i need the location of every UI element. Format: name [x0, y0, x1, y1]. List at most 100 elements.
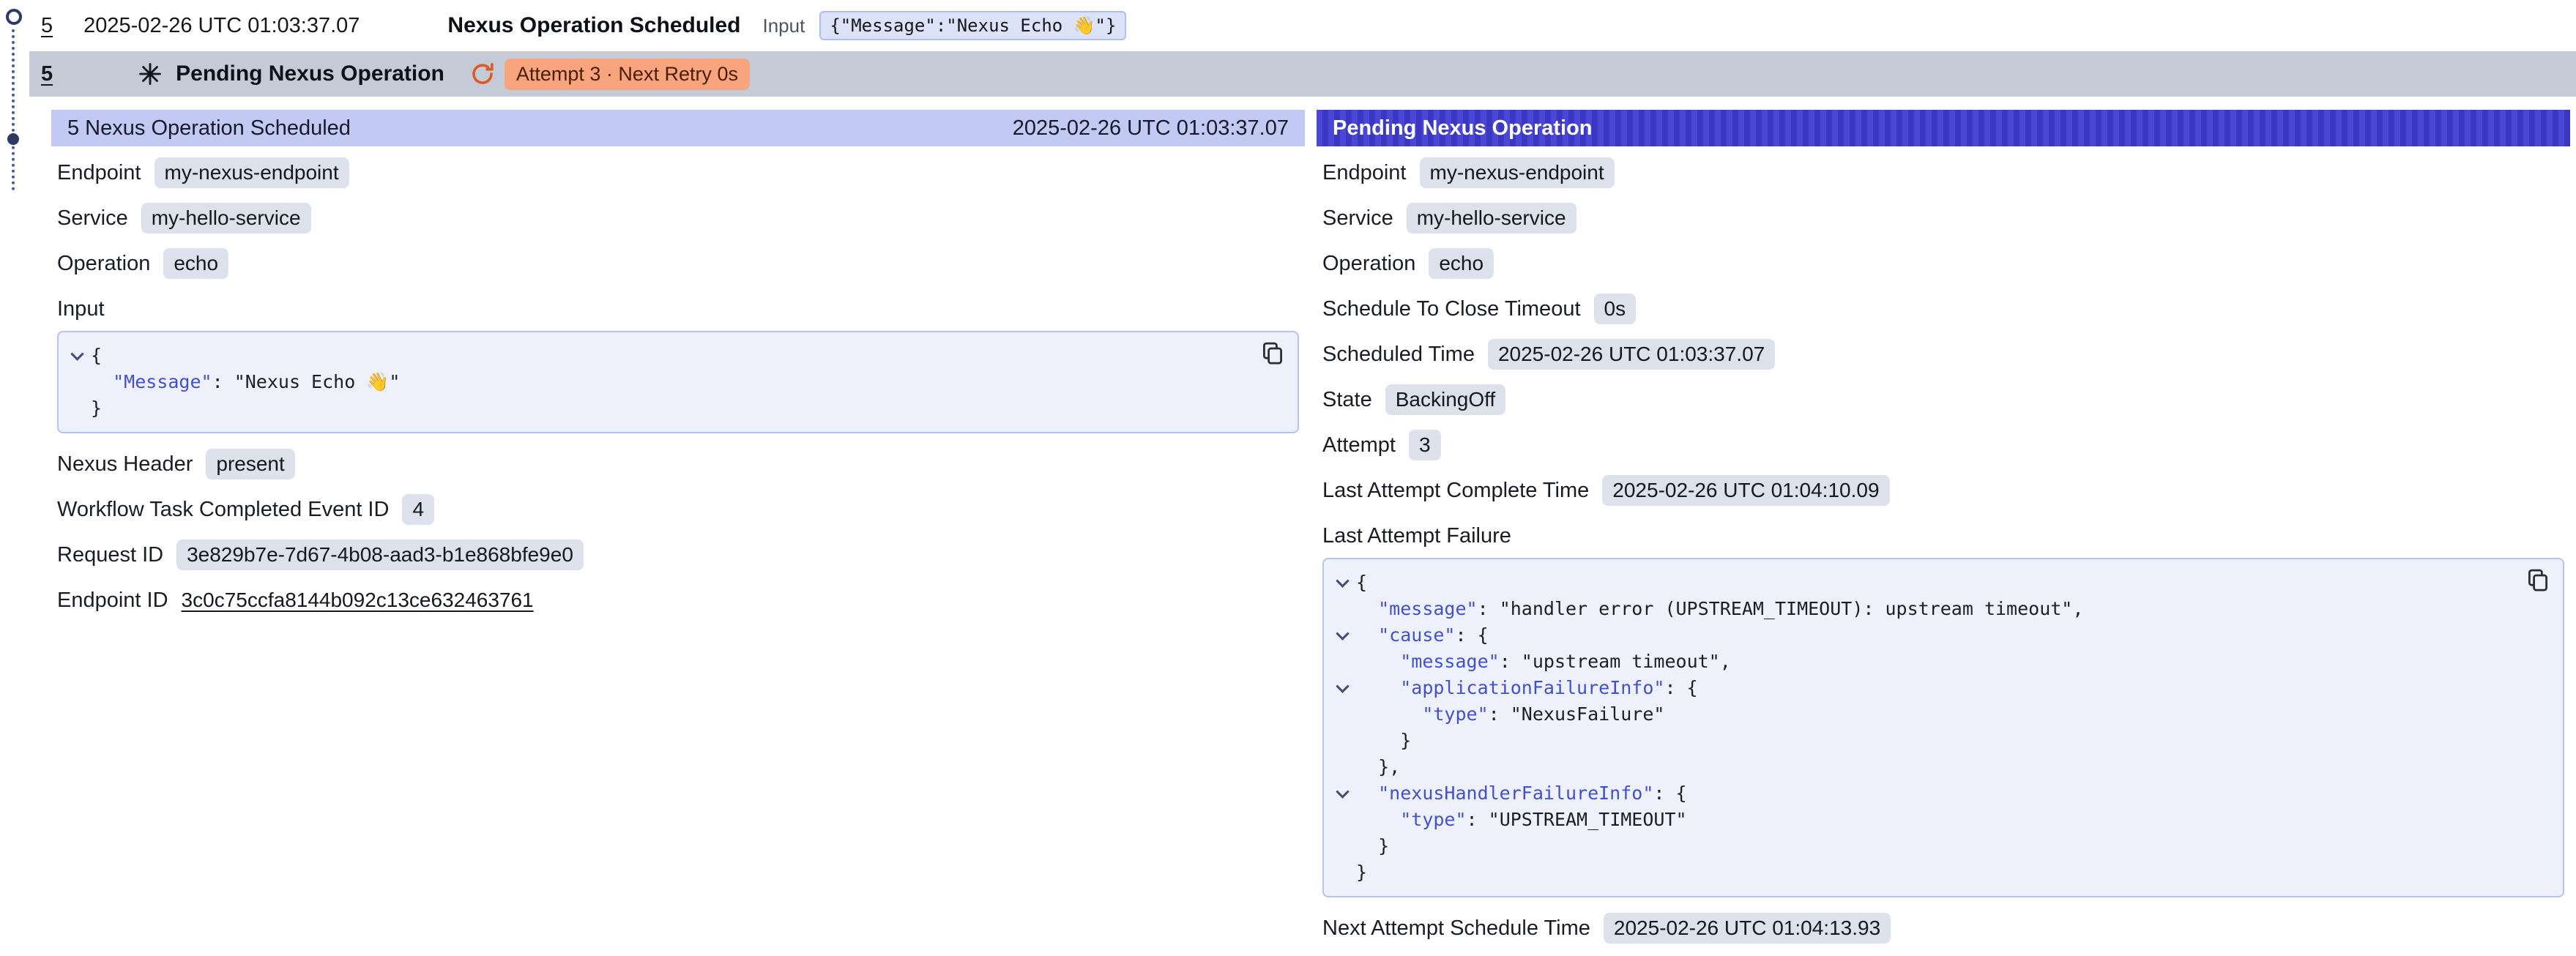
input-code-lines: { "Message": "Nexus Echo 👋"}: [63, 343, 1254, 422]
next-attempt-row: Next Attempt Schedule Time 2025-02-26 UT…: [1322, 912, 2564, 944]
code-line-text: }: [1356, 833, 1389, 859]
field-list: Endpoint my-nexus-endpoint Service my-he…: [1322, 157, 2564, 507]
field-value-badge: present: [206, 449, 294, 479]
field-label: Operation: [57, 252, 150, 276]
timeline-node-icon[interactable]: [6, 9, 22, 25]
pending-panel-body: Endpoint my-nexus-endpoint Service my-he…: [1317, 146, 2570, 944]
field-row: Service my-hello-service: [57, 202, 1299, 234]
field-label: Service: [57, 206, 128, 231]
field-label: Endpoint ID: [57, 589, 168, 613]
field-label: Schedule To Close Timeout: [1322, 297, 1581, 321]
collapse-chevron-icon[interactable]: [1328, 675, 1356, 701]
code-line: }: [1328, 833, 2519, 859]
field-value-badge: 4: [402, 494, 434, 525]
collapse-chevron-icon[interactable]: [63, 343, 91, 369]
failure-section-label: Last Attempt Failure: [1322, 520, 2564, 552]
field-label: Scheduled Time: [1322, 343, 1475, 367]
scheduled-panel-header[interactable]: 5 Nexus Operation Scheduled 2025-02-26 U…: [51, 110, 1305, 146]
code-line: "type": "NexusFailure": [1328, 701, 2519, 728]
endpoint-id-row: Endpoint ID 3c0c75ccfa8144b092c13ce63246…: [57, 584, 1299, 616]
field-value-badge: echo: [1429, 248, 1494, 279]
pending-event-id-link[interactable]: 5: [41, 62, 53, 86]
scheduled-panel-body: Endpoint my-nexus-endpoint Service my-he…: [51, 146, 1305, 616]
field-value-badge: my-nexus-endpoint: [1420, 157, 1615, 188]
code-line-text: }: [91, 395, 102, 422]
code-gutter: [1328, 754, 1356, 780]
code-line-text: "type": "UPSTREAM_TIMEOUT": [1356, 807, 1687, 833]
event-row-scheduled[interactable]: 5 2025-02-26 UTC 01:03:37.07 Nexus Opera…: [35, 0, 2576, 51]
field-label: Request ID: [57, 543, 163, 567]
field-row: Schedule To Close Timeout 0s: [1322, 293, 2564, 325]
copy-button[interactable]: [2526, 568, 2550, 593]
field-label: Last Attempt Complete Time: [1322, 479, 1589, 503]
input-label: Input: [763, 15, 805, 37]
field-label: Nexus Header: [57, 452, 193, 477]
code-line: "Message": "Nexus Echo 👋": [63, 369, 1254, 395]
timeline-dot-icon[interactable]: [7, 133, 19, 145]
code-gutter: [1328, 596, 1356, 622]
event-id-link[interactable]: 5: [41, 14, 53, 38]
field-row: Endpoint my-nexus-endpoint: [57, 157, 1299, 189]
field-value-badge: my-hello-service: [141, 203, 311, 234]
code-line: "applicationFailureInfo": {: [1328, 675, 2519, 701]
code-gutter: [1328, 649, 1356, 675]
field-row: Nexus Header present: [57, 448, 1299, 480]
code-line-text: "cause": {: [1356, 622, 1489, 649]
field-row: Operation echo: [1322, 247, 2564, 280]
collapse-chevron-icon[interactable]: [1328, 570, 1356, 596]
field-list: Nexus Header present Workflow Task Compl…: [57, 448, 1299, 571]
code-gutter: [63, 369, 91, 395]
field-row: Scheduled Time 2025-02-26 UTC 01:03:37.0…: [1322, 338, 2564, 370]
field-label: Endpoint: [57, 161, 141, 185]
field-list: Endpoint my-nexus-endpoint Service my-he…: [57, 157, 1299, 280]
field-value-badge: 2025-02-26 UTC 01:04:10.09: [1602, 475, 1889, 506]
code-line-text: },: [1356, 754, 1400, 780]
scheduled-panel-title: 5 Nexus Operation Scheduled: [67, 116, 351, 141]
code-line: }: [63, 395, 1254, 422]
endpoint-id-link[interactable]: 3c0c75ccfa8144b092c13ce632463761: [182, 589, 534, 612]
copy-icon: [1261, 341, 1284, 366]
code-line: },: [1328, 754, 2519, 780]
input-preview-chip[interactable]: {"Message":"Nexus Echo 👋"}: [819, 11, 1126, 40]
field-label: Service: [1322, 206, 1393, 231]
collapse-chevron-icon[interactable]: [1328, 780, 1356, 807]
code-line: "type": "UPSTREAM_TIMEOUT": [1328, 807, 2519, 833]
timeline-connector: [12, 29, 15, 190]
code-line-text: "nexusHandlerFailureInfo": {: [1356, 780, 1687, 807]
field-row: State BackingOff: [1322, 384, 2564, 416]
field-value-badge: my-hello-service: [1407, 203, 1577, 234]
pending-operation-panel: Pending Nexus Operation Endpoint my-nexu…: [1317, 110, 2570, 956]
copy-icon: [2526, 568, 2550, 593]
field-value-badge: 3: [1409, 430, 1441, 460]
code-line-text: "type": "NexusFailure": [1356, 701, 1664, 728]
code-line: }: [1328, 859, 2519, 886]
copy-button[interactable]: [1261, 341, 1284, 366]
code-line-text: }: [1356, 728, 1411, 754]
code-gutter: [1328, 859, 1356, 886]
field-label: Endpoint: [1322, 161, 1407, 185]
code-line-text: "Message": "Nexus Echo 👋": [91, 369, 400, 395]
collapse-chevron-icon[interactable]: [1328, 622, 1356, 649]
code-line: {: [1328, 570, 2519, 596]
code-line: "nexusHandlerFailureInfo": {: [1328, 780, 2519, 807]
code-line: "cause": {: [1328, 622, 2519, 649]
scheduled-panel-timestamp: 2025-02-26 UTC 01:03:37.07: [1013, 116, 1289, 141]
field-row: Workflow Task Completed Event ID 4: [57, 493, 1299, 526]
code-line: }: [1328, 728, 2519, 754]
workflow-history-screen: 5 2025-02-26 UTC 01:03:37.07 Nexus Opera…: [0, 0, 2576, 956]
pending-asterisk-icon: [138, 61, 163, 86]
code-line-text: "message": "upstream timeout",: [1356, 649, 1731, 675]
event-row-pending[interactable]: 5 Pending Nexus Operation Attempt 3 · Ne…: [29, 51, 2576, 97]
code-gutter: [1328, 807, 1356, 833]
pending-panel-header[interactable]: Pending Nexus Operation: [1317, 110, 2570, 146]
code-line-text: {: [91, 343, 102, 369]
input-code-block: { "Message": "Nexus Echo 👋"}: [57, 331, 1299, 433]
field-row: Attempt 3: [1322, 429, 2564, 461]
code-line-text: "applicationFailureInfo": {: [1356, 675, 1698, 701]
event-timestamp: 2025-02-26 UTC 01:03:37.07: [83, 14, 360, 38]
field-label: Attempt: [1322, 433, 1396, 458]
input-section-label: Input: [57, 293, 1299, 325]
field-row: Operation echo: [57, 247, 1299, 280]
scheduled-event-panel: 5 Nexus Operation Scheduled 2025-02-26 U…: [51, 110, 1305, 630]
event-detail-panels: 5 Nexus Operation Scheduled 2025-02-26 U…: [51, 110, 2570, 956]
